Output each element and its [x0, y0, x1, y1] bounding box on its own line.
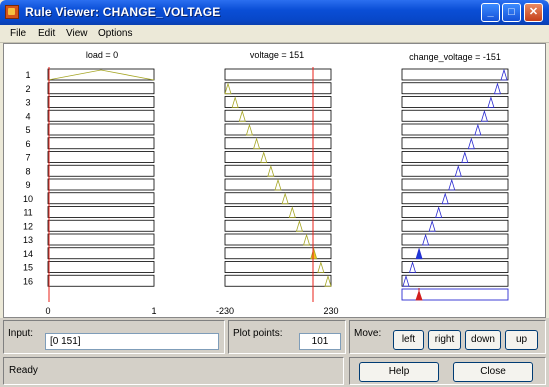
- volt-mf-box: [224, 123, 332, 136]
- action-group: Help Close: [349, 357, 546, 385]
- title-bar: Rule Viewer: CHANGE_VOLTAGE _ □ ✕: [0, 0, 549, 25]
- out-mf-box: [401, 206, 509, 218]
- volt-mf-box: [224, 219, 332, 232]
- voltage-axis-max: 230: [323, 306, 338, 316]
- matlab-app-icon: [5, 5, 19, 19]
- rule-number[interactable]: 9: [25, 180, 30, 190]
- window-title: Rule Viewer: CHANGE_VOLTAGE: [25, 5, 221, 19]
- input-group: Input: [0 151]: [3, 320, 225, 354]
- out-mf-box: [401, 82, 509, 95]
- load-mf-box: [47, 96, 155, 108]
- plot-points-group: Plot points: 101: [228, 320, 346, 354]
- menu-options[interactable]: Options: [98, 28, 132, 39]
- volt-mf-box: [224, 68, 332, 81]
- menu-bar: File Edit View Options: [0, 25, 549, 43]
- volt-mf-box: [224, 96, 332, 108]
- status-text: Ready: [9, 365, 38, 376]
- menu-edit[interactable]: Edit: [38, 28, 55, 39]
- input-label: Input:: [8, 328, 34, 339]
- out-mf-box: [401, 109, 509, 122]
- maximize-button[interactable]: □: [502, 3, 521, 22]
- volt-mf-box: [224, 151, 332, 163]
- move-down-button[interactable]: down: [465, 330, 501, 350]
- volt-mf-box: [224, 274, 332, 287]
- out-mf-box: [401, 192, 509, 205]
- close-window-button[interactable]: ✕: [524, 3, 543, 22]
- voltage-axis-min: -230: [216, 306, 234, 316]
- rule-number[interactable]: 1: [25, 70, 30, 80]
- load-mf-box: [47, 261, 155, 273]
- volt-mf-box: [224, 137, 332, 150]
- move-label: Move:: [354, 328, 382, 339]
- out-mf-box: [401, 164, 509, 177]
- rule-number[interactable]: 8: [25, 166, 30, 176]
- help-button[interactable]: Help: [359, 362, 439, 382]
- load-mf-box: [47, 178, 155, 191]
- out-mf-box: [401, 137, 509, 150]
- load-mf-box: [47, 82, 155, 95]
- out-mf-box: [401, 123, 509, 136]
- rule-plot-area[interactable]: load = 0 voltage = 151 change_voltage = …: [3, 43, 546, 318]
- rule-number[interactable]: 14: [23, 249, 33, 259]
- load-mf-box: [47, 68, 155, 81]
- out-mf-box: [401, 219, 509, 232]
- plot-points-field[interactable]: 101: [299, 333, 341, 350]
- load-mf-box: [47, 274, 155, 287]
- control-panel: Input: [0 151] Plot points: 101 Move: le…: [0, 318, 549, 387]
- rule-number[interactable]: 2: [25, 84, 30, 94]
- out-mf-box: [401, 233, 509, 246]
- rule-number[interactable]: 15: [23, 263, 33, 273]
- rule-plots-svg[interactable]: load = 0 voltage = 151 change_voltage = …: [4, 44, 545, 317]
- load-axis-min: 0: [45, 306, 50, 316]
- status-frame: Ready: [3, 357, 344, 385]
- menu-view[interactable]: View: [66, 28, 88, 39]
- rule-number[interactable]: 12: [23, 221, 33, 231]
- out-mf-box: [401, 274, 509, 287]
- load-mf-box: [47, 233, 155, 246]
- plot-points-label: Plot points:: [233, 328, 283, 339]
- minimize-button[interactable]: _: [481, 3, 500, 22]
- volt-mf-box: [224, 82, 332, 95]
- rule-number[interactable]: 16: [23, 276, 33, 286]
- out-mf-box: [401, 261, 509, 273]
- load-mf-box: [47, 164, 155, 177]
- close-button[interactable]: Close: [453, 362, 533, 382]
- load-mf-box: [47, 219, 155, 232]
- load-mf-box: [47, 247, 155, 260]
- move-group: Move: left right down up: [349, 320, 546, 354]
- rule-number[interactable]: 5: [25, 125, 30, 135]
- load-mf-box: [47, 123, 155, 136]
- volt-mf-box: [224, 192, 332, 205]
- rule-number[interactable]: 4: [25, 111, 30, 121]
- load-mf-box: [47, 137, 155, 150]
- rule-number[interactable]: 10: [23, 194, 33, 204]
- load-mf-box: [47, 151, 155, 163]
- volt-mf-box: [224, 261, 332, 273]
- move-up-button[interactable]: up: [505, 330, 538, 350]
- rule-number[interactable]: 7: [25, 153, 30, 163]
- load-mf-box: [47, 206, 155, 218]
- rule-number[interactable]: 13: [23, 235, 33, 245]
- load-mf-box: [47, 192, 155, 205]
- rule-number[interactable]: 6: [25, 139, 30, 149]
- load-axis-max: 1: [151, 306, 156, 316]
- load-mf-box: [47, 109, 155, 122]
- change-voltage-header: change_voltage = -151: [409, 52, 501, 62]
- volt-mf-box: [224, 164, 332, 177]
- volt-mf-box: [224, 206, 332, 218]
- move-right-button[interactable]: right: [428, 330, 461, 350]
- menu-file[interactable]: File: [10, 28, 26, 39]
- load-header: load = 0: [86, 50, 118, 60]
- out-mf-box: [401, 68, 509, 81]
- out-mf-box: [401, 151, 509, 163]
- move-left-button[interactable]: left: [393, 330, 424, 350]
- rule-number[interactable]: 3: [25, 98, 30, 108]
- out-mf-box: [401, 178, 509, 191]
- volt-mf-box: [224, 233, 332, 246]
- input-field[interactable]: [0 151]: [45, 333, 219, 350]
- rule-number[interactable]: 11: [23, 208, 32, 218]
- voltage-header: voltage = 151: [250, 50, 304, 60]
